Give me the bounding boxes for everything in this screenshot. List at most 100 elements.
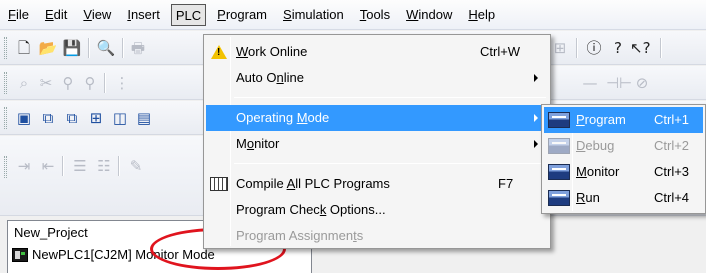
save-icon[interactable]: 💾: [62, 38, 82, 58]
menu-simulation[interactable]: Simulation: [275, 4, 352, 26]
toolbar-divider: [576, 38, 577, 58]
submenu-item-program[interactable]: Program Ctrl+1: [544, 107, 703, 133]
pencil-icon[interactable]: ✎: [126, 156, 146, 176]
menu-help-label: elp: [477, 6, 496, 22]
submenu-item-debug[interactable]: Debug Ctrl+2: [544, 133, 703, 159]
menu-program[interactable]: Program: [209, 4, 275, 26]
menu-program-label: rogram: [225, 6, 268, 22]
menu-edit-key: E: [44, 6, 54, 22]
menu-file-key: F: [8, 6, 16, 22]
plc-icon: [12, 248, 28, 262]
menu-separator: [234, 97, 546, 98]
coil-icon[interactable]: ⊘: [632, 73, 652, 93]
monitor-mode-shortcut: Ctrl+3: [654, 164, 690, 179]
menu-file-label: ile: [15, 6, 29, 22]
menu-window-key: W: [406, 6, 419, 22]
run-mode-label: Run: [576, 190, 600, 205]
view-e-icon[interactable]: ▤: [134, 108, 154, 128]
find-icon[interactable]: ⚲: [58, 73, 78, 93]
help-icon[interactable]: ?: [608, 38, 628, 58]
menu-window-label: indow: [418, 6, 453, 22]
find-replace-icon[interactable]: ⚲: [80, 73, 100, 93]
toolbar-divider: [104, 73, 105, 93]
menu-window[interactable]: Window: [398, 4, 460, 26]
contact-icon[interactable]: ⊣⊢: [606, 73, 632, 93]
info-icon[interactable]: ⓘ: [584, 38, 604, 58]
menu-item-compile-all[interactable]: Compile All PLC Programs F7: [206, 171, 548, 197]
program-mode-shortcut: Ctrl+1: [654, 112, 690, 127]
debug-mode-shortcut: Ctrl+2: [654, 138, 690, 153]
plc-menu: ! Work Online Ctrl+W Auto Online Operati…: [203, 34, 551, 249]
menu-edit-label: dit: [53, 6, 68, 22]
toolbar-divider: [660, 38, 661, 58]
compile-icon: [209, 175, 229, 193]
compare-icon[interactable]: ⊞: [550, 38, 570, 58]
submenu-arrow-icon: [534, 74, 538, 82]
program-mode-icon: [548, 112, 570, 128]
run-mode-shortcut: Ctrl+4: [654, 190, 690, 205]
tree-plc-node[interactable]: NewPLC1[CJ2M] Monitor Mode: [12, 246, 215, 264]
menu-plc-label: PLC: [175, 7, 202, 23]
program-mode-label: Program: [576, 112, 626, 127]
open-icon[interactable]: 📂: [38, 38, 58, 58]
view-b-icon[interactable]: ⧉: [62, 108, 82, 128]
view-d-icon[interactable]: ◫: [110, 108, 130, 128]
cut-icon[interactable]: ✂: [36, 73, 56, 93]
program-check-label: Program Check Options...: [236, 202, 386, 217]
menu-help-key: H: [468, 6, 478, 22]
monitor-label: Monitor: [236, 136, 280, 151]
view-c-icon[interactable]: ⊞: [86, 108, 106, 128]
toolbar-grip[interactable]: [4, 156, 7, 178]
menu-plc[interactable]: PLC: [170, 3, 207, 26]
toolbar-divider: [118, 156, 119, 176]
monitor-mode-label: Monitor: [576, 164, 620, 179]
menu-item-program-check-options[interactable]: Program Check Options...: [206, 197, 548, 223]
indent-icon[interactable]: ⇥: [14, 156, 34, 176]
toolbar-grip[interactable]: [4, 37, 7, 59]
program-assignments-label: Program Assignments: [236, 228, 364, 243]
menu-help[interactable]: Help: [460, 4, 503, 26]
menu-simulation-key: S: [283, 6, 292, 22]
menu-item-work-online[interactable]: ! Work Online Ctrl+W: [206, 39, 548, 65]
align-right-icon[interactable]: ☷: [94, 156, 114, 176]
menu-tools[interactable]: Tools: [352, 4, 398, 26]
warning-icon: !: [209, 43, 229, 61]
menu-program-key: P: [217, 6, 226, 22]
operating-mode-submenu: Program Ctrl+1 Debug Ctrl+2 Monitor Ctrl…: [541, 104, 706, 214]
submenu-arrow-icon: [534, 140, 538, 148]
zoom-icon[interactable]: ⌕: [14, 73, 34, 93]
menu-view[interactable]: View: [75, 4, 119, 26]
toolbar-grip[interactable]: [4, 72, 7, 94]
tree-project-root[interactable]: New_Project: [14, 224, 88, 242]
menu-simulation-label: imulation: [291, 6, 344, 22]
line-icon[interactable]: —: [580, 73, 600, 93]
work-online-shortcut: Ctrl+W: [480, 44, 521, 59]
print-icon[interactable]: 🖶: [128, 38, 148, 58]
menu-view-label: iew: [91, 6, 112, 22]
menu-separator: [234, 163, 546, 164]
grid-icon[interactable]: ⋮: [112, 73, 132, 93]
view-a-icon[interactable]: ⧉: [38, 108, 58, 128]
menu-item-program-assignments[interactable]: Program Assignments: [206, 223, 548, 249]
align-icon[interactable]: ☰: [70, 156, 90, 176]
new-icon[interactable]: 🗋: [14, 38, 34, 58]
menu-insert[interactable]: Insert: [119, 4, 168, 26]
menu-item-monitor[interactable]: Monitor: [206, 131, 548, 157]
toolbar-grip[interactable]: [4, 107, 7, 129]
outdent-icon[interactable]: ⇤: [38, 156, 58, 176]
operating-mode-label: Operating Mode: [236, 110, 330, 125]
menu-item-auto-online[interactable]: Auto Online: [206, 65, 548, 91]
print-preview-icon[interactable]: 🔍: [96, 38, 116, 58]
menu-insert-label: nsert: [130, 6, 160, 22]
menu-item-operating-mode[interactable]: Operating Mode: [206, 105, 548, 131]
menu-file[interactable]: File: [0, 4, 37, 26]
menu-tools-label: ools: [366, 6, 391, 22]
toolbar-divider: [62, 156, 63, 176]
window-icon[interactable]: ▣: [14, 108, 34, 128]
context-help-icon[interactable]: ↖?: [630, 38, 651, 58]
submenu-item-monitor[interactable]: Monitor Ctrl+3: [544, 159, 703, 185]
menu-edit[interactable]: Edit: [37, 4, 75, 26]
run-mode-icon: [548, 190, 570, 206]
menu-view-key: V: [83, 6, 92, 22]
submenu-item-run[interactable]: Run Ctrl+4: [544, 185, 703, 211]
